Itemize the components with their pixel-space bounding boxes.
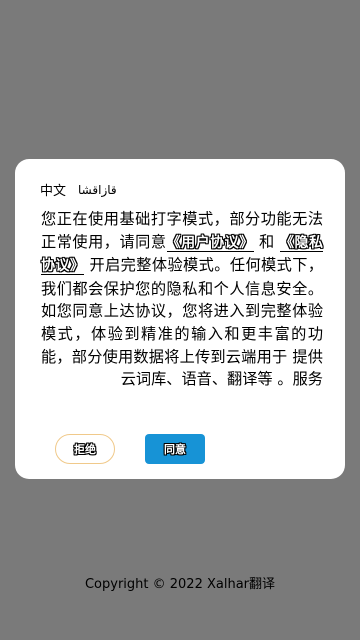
user-agreement-link[interactable]: 《用户协议》 — [166, 234, 254, 252]
reject-button[interactable]: 拒绝 — [55, 434, 115, 464]
copyright-footer: Copyright © 2022 Xalhar翻译 — [84, 577, 276, 592]
language-switcher: 中文 قازاقشا — [40, 180, 117, 200]
language-kazakh[interactable]: قازاقشا — [78, 183, 117, 197]
agreement-text-body: 开启完整体验模式。任何模式下，我们都会保护您的隐私和个人信息安全。如您同意上达协… — [41, 256, 324, 389]
language-chinese[interactable]: 中文 — [40, 180, 66, 199]
agreement-text: 您正在使用基础打字模式，部分功能无法正常使用，请同意《用户协议》 和 《隐私协议… — [41, 208, 324, 391]
agree-button-label: 同意 — [164, 443, 186, 456]
agree-button[interactable]: 同意 — [145, 434, 205, 464]
and-text: 和 — [258, 232, 275, 251]
reject-button-label: 拒绝 — [74, 443, 96, 456]
privacy-dialog: 中文 قازاقشا 您正在使用基础打字模式，部分功能无法正常使用，请同意《用户… — [15, 159, 345, 479]
